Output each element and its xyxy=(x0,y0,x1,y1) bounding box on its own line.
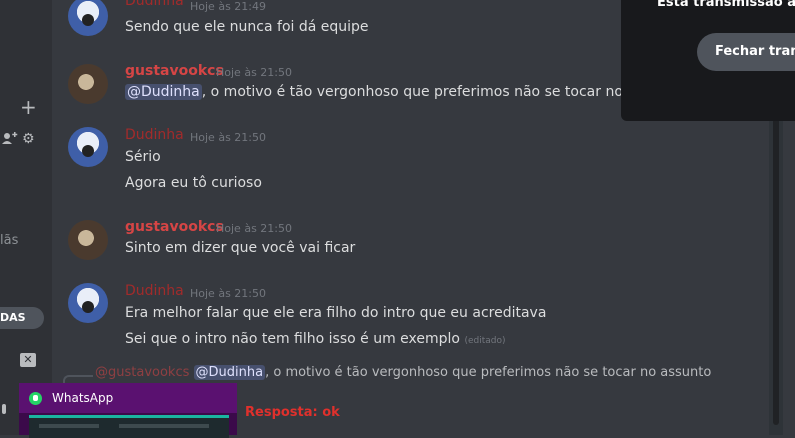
channel-label[interactable]: lãs xyxy=(0,233,18,248)
reply-response-text: Resposta: ok xyxy=(245,405,340,420)
screen-share-icon[interactable]: ✕ xyxy=(20,353,36,367)
message-text: Era melhor falar que ele era filho do in… xyxy=(125,305,547,321)
whatsapp-taskbar-preview[interactable]: WhatsApp xyxy=(19,383,237,438)
gear-icon[interactable]: ⚙ xyxy=(22,131,35,147)
user-mention[interactable]: @Dudinha xyxy=(125,84,202,100)
message-text-body: , o motivo é tão vergonhoso que preferim… xyxy=(201,84,683,100)
message-author[interactable]: Dudinha xyxy=(125,127,184,143)
message-text: @Dudinha, o motivo é tão vergonhoso que … xyxy=(125,84,682,100)
message-timestamp: Hoje às 21:50 xyxy=(190,287,266,300)
message-timestamp: Hoje às 21:50 xyxy=(190,131,266,144)
whatsapp-icon xyxy=(29,392,42,405)
message-text: Sinto em dizer que você vai ficar xyxy=(125,240,356,256)
message-text: Agora eu tô curioso xyxy=(125,175,262,191)
stream-ended-popup: Esta transmissão aca Fechar trans xyxy=(621,0,795,121)
channel-sidebar: + ⚙ lãs DAS ✕ xyxy=(0,0,52,435)
add-channel-icon[interactable]: + xyxy=(20,97,37,117)
message-text: Sei que o intro não tem filho isso é um … xyxy=(125,331,505,347)
avatar[interactable] xyxy=(68,283,108,323)
message-author[interactable]: gustavookcs xyxy=(125,219,224,235)
avatar[interactable] xyxy=(68,220,108,260)
message-timestamp: Hoje às 21:49 xyxy=(190,0,266,13)
avatar[interactable] xyxy=(68,0,108,36)
reply-reference[interactable]: @gustavookcs @Dudinha, o motivo é tão ve… xyxy=(63,365,711,387)
preview-header: WhatsApp xyxy=(19,383,237,413)
message-author[interactable]: Dudinha xyxy=(125,0,184,9)
avatar[interactable] xyxy=(68,127,108,167)
popup-title: Esta transmissão aca xyxy=(657,0,795,10)
message-text: Sendo que ele nunca foi dá equipe xyxy=(125,19,369,35)
message-author[interactable]: gustavookcs xyxy=(125,63,224,79)
message-text-body: Sei que o intro não tem filho isso é um … xyxy=(125,331,460,347)
edited-label: (editado) xyxy=(464,336,506,346)
reply-text: , o motivo é tão vergonhoso que preferim… xyxy=(265,365,712,380)
message-text: Sério xyxy=(125,149,161,165)
avatar[interactable] xyxy=(68,64,108,104)
status-pill[interactable]: DAS xyxy=(0,307,44,329)
message-author[interactable]: Dudinha xyxy=(125,283,184,299)
message-timestamp: Hoje às 21:50 xyxy=(216,66,292,79)
close-stream-button[interactable]: Fechar trans xyxy=(697,33,795,71)
microphone-icon[interactable] xyxy=(2,404,6,414)
message-timestamp: Hoje às 21:50 xyxy=(216,222,292,235)
user-mention[interactable]: @Dudinha xyxy=(193,365,266,380)
reply-author[interactable]: @gustavookcs xyxy=(95,365,189,380)
add-member-icon[interactable] xyxy=(2,132,18,144)
preview-title: WhatsApp xyxy=(52,391,114,405)
